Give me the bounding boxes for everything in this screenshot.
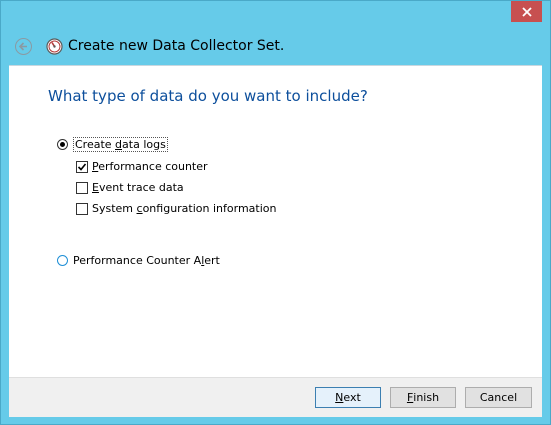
wizard-header: Create new Data Collector Set. bbox=[9, 33, 542, 61]
event-trace-checkbox[interactable] bbox=[76, 181, 88, 194]
next-button[interactable]: Next bbox=[315, 387, 381, 408]
finish-button[interactable]: Finish bbox=[390, 387, 456, 408]
system-config-option[interactable]: System configuration information bbox=[76, 202, 276, 215]
back-arrow-icon bbox=[18, 42, 27, 51]
system-config-label: System configuration information bbox=[92, 202, 277, 215]
performance-counter-checkbox[interactable] bbox=[76, 160, 88, 173]
performance-counter-option[interactable]: Performance counter bbox=[76, 160, 208, 173]
performance-counter-label: Performance counter bbox=[92, 160, 208, 173]
perf-alert-label: Performance Counter Alert bbox=[73, 254, 220, 267]
wizard-window: Create new Data Collector Set. What type… bbox=[0, 0, 551, 425]
page-question: What type of data do you want to include… bbox=[48, 87, 368, 105]
create-data-logs-radio[interactable] bbox=[57, 139, 68, 150]
wizard-title: Create new Data Collector Set. bbox=[68, 38, 285, 54]
performance-monitor-icon bbox=[46, 38, 63, 55]
create-data-logs-option[interactable]: Create data logs bbox=[57, 137, 168, 152]
create-data-logs-label: Create data logs bbox=[73, 137, 168, 152]
close-button[interactable] bbox=[511, 1, 542, 22]
perf-alert-option[interactable]: Performance Counter Alert bbox=[57, 254, 220, 267]
event-trace-label: Event trace data bbox=[92, 181, 184, 194]
system-config-checkbox[interactable] bbox=[76, 202, 88, 215]
checkmark-icon bbox=[77, 162, 87, 171]
wizard-content: What type of data do you want to include… bbox=[9, 65, 542, 377]
event-trace-option[interactable]: Event trace data bbox=[76, 181, 184, 194]
back-button[interactable] bbox=[15, 38, 32, 55]
perf-alert-radio[interactable] bbox=[57, 255, 68, 266]
close-icon bbox=[521, 6, 532, 17]
cancel-button[interactable]: Cancel bbox=[465, 387, 532, 408]
wizard-footer: Next Finish Cancel bbox=[9, 377, 542, 417]
